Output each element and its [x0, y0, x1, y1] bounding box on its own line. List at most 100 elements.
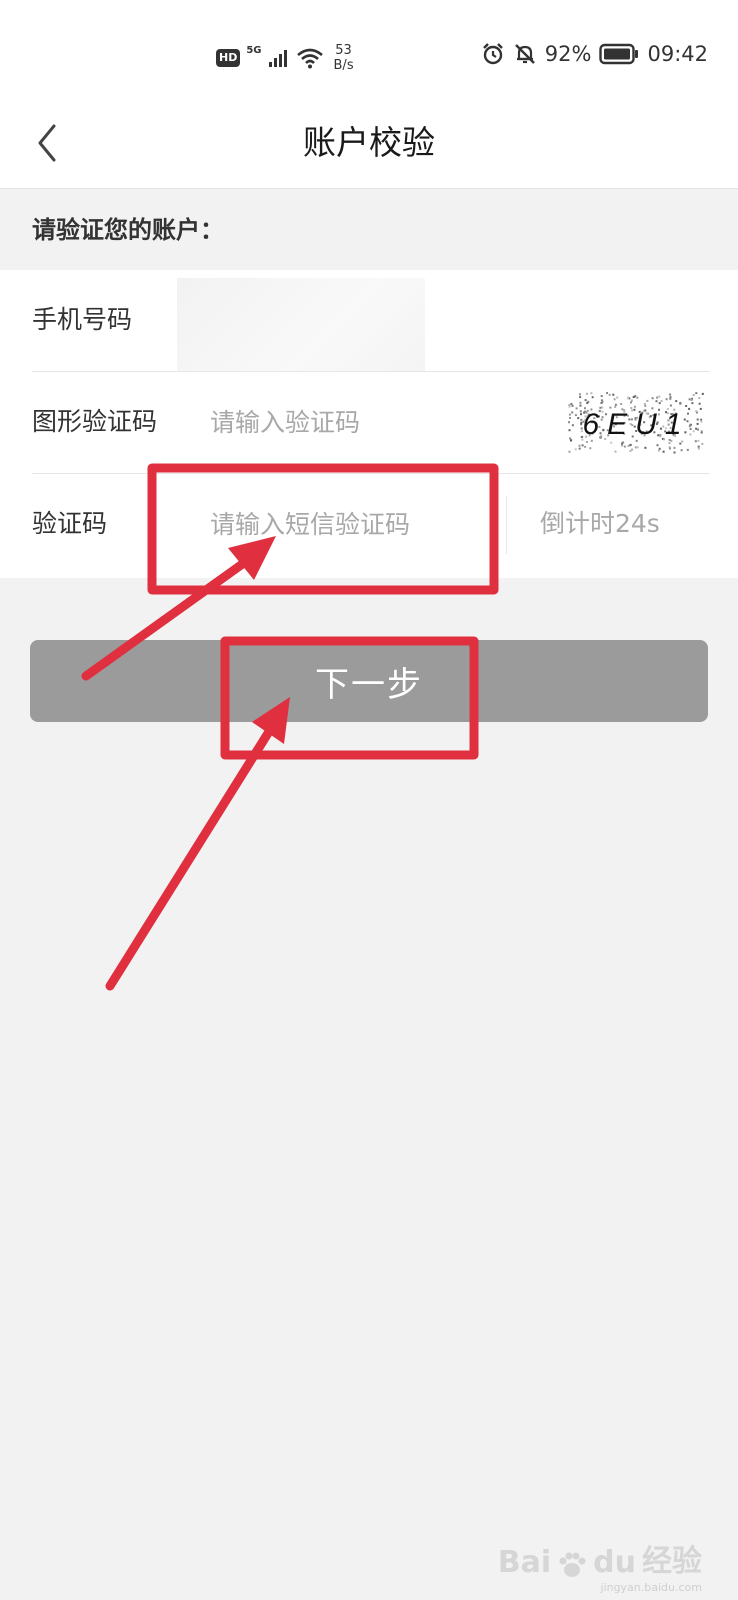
captcha-label: 图形验证码 [32, 407, 158, 436]
watermark-brand-mark: du [593, 1545, 636, 1580]
captcha-noise-dot [700, 431, 703, 434]
captcha-noise-dot [662, 450, 665, 453]
captcha-noise-dot [701, 392, 704, 395]
captcha-noise-dot [579, 404, 582, 407]
captcha-noise-dot [697, 445, 700, 448]
captcha-noise-dot [570, 439, 572, 442]
captcha-noise-dot [658, 395, 661, 398]
captcha-noise-dot [571, 404, 574, 407]
captcha-noise-dot [697, 439, 700, 442]
mute-bell-icon [514, 44, 535, 64]
phone-number-masked [177, 278, 425, 372]
captcha-noise-dot [690, 399, 693, 401]
captcha-noise-dot [584, 399, 587, 402]
captcha-noise-dot [695, 410, 698, 413]
captcha-noise-dot [585, 441, 588, 443]
captcha-image[interactable]: 6EU1 [568, 392, 704, 454]
captcha-noise-dot [669, 393, 672, 396]
captcha-noise-dot [644, 404, 647, 407]
watermark-url: jingyan.baidu.com [600, 1581, 702, 1594]
captcha-noise-dot [657, 449, 660, 452]
captcha-noise-dot [675, 400, 678, 403]
captcha-text: 6EU1 [582, 408, 689, 441]
captcha-noise-dot [606, 392, 608, 394]
captcha-noise-dot [581, 444, 584, 447]
wifi-icon [296, 48, 323, 69]
captcha-noise-dot [692, 394, 695, 396]
captcha-noise-dot [632, 396, 635, 398]
captcha-noise-dot [574, 414, 577, 417]
captcha-noise-dot [571, 411, 574, 414]
captcha-noise-dot [630, 399, 633, 402]
speed-unit: B/s [333, 58, 354, 73]
captcha-noise-dot [689, 428, 692, 430]
hd-badge: HD [216, 49, 241, 67]
captcha-input[interactable] [210, 400, 510, 444]
captcha-noise-dot [621, 444, 624, 447]
captcha-noise-dot [614, 450, 617, 453]
captcha-noise-dot [601, 400, 604, 403]
paw-icon [559, 1552, 586, 1577]
captcha-noise-dot [636, 446, 639, 449]
status-left: HD 5G 53 B/s [216, 38, 354, 78]
captcha-noise-dot [623, 445, 626, 448]
captcha-noise-dot [579, 396, 582, 399]
next-step-button[interactable]: 下一步 [30, 640, 708, 722]
captcha-noise-dot [584, 445, 587, 448]
captcha-noise-dot [585, 392, 588, 395]
captcha-noise-dot [591, 396, 594, 399]
captcha-noise-dot [673, 451, 676, 454]
captcha-noise-dot [669, 404, 672, 407]
network-type: 5G [246, 44, 262, 56]
countdown-button[interactable]: 倒计时24s [540, 504, 660, 544]
captcha-noise-dot [569, 417, 571, 419]
captcha-noise-dot [578, 447, 581, 450]
captcha-noise-dot [589, 447, 592, 450]
captcha-noise-dot [631, 448, 633, 451]
captcha-noise-dot [695, 427, 698, 430]
captcha-noise-dot [655, 400, 658, 403]
page-title: 账户校验 [303, 123, 435, 162]
captcha-noise-dot [698, 402, 701, 405]
speed-value: 53 [335, 43, 352, 58]
captcha-noise-dot [679, 442, 682, 445]
status-bar: HD 5G 53 B/s 92% 09:42 [0, 0, 738, 100]
arrow-to-next [105, 697, 290, 991]
captcha-noise-dot [643, 403, 646, 405]
captcha-noise-dot [569, 437, 572, 440]
sms-code-input[interactable] [210, 502, 510, 546]
clock-time: 09:42 [647, 42, 708, 66]
captcha-noise-dot [570, 403, 573, 405]
captcha-noise-dot [685, 405, 688, 407]
captcha-noise-dot [622, 441, 625, 444]
battery-percent: 92% [544, 42, 592, 66]
captcha-noise-dot [700, 420, 703, 423]
captcha-noise-dot [629, 443, 632, 446]
battery-icon [599, 43, 639, 65]
alarm-icon [482, 43, 503, 65]
phone-label: 手机号码 [32, 305, 133, 334]
captcha-noise-dot [646, 399, 649, 402]
captcha-noise-dot [656, 396, 659, 399]
captcha-noise-dot [614, 403, 617, 406]
captcha-noise-dot [590, 392, 593, 395]
section-header: 请验证您的账户： [32, 216, 224, 244]
captcha-noise-dot [658, 447, 661, 450]
captcha-row: 图形验证码 6EU1 [32, 372, 710, 474]
signal-icon [268, 50, 287, 67]
captcha-noise-dot [658, 402, 661, 405]
captcha-noise-dot [694, 440, 697, 443]
captcha-noise-dot [568, 413, 571, 416]
captcha-noise-dot [689, 433, 692, 436]
captcha-noise-dot [679, 402, 682, 405]
captcha-noise-dot [627, 444, 630, 447]
captcha-noise-dot [698, 397, 701, 399]
captcha-noise-dot [574, 448, 577, 451]
captcha-noise-dot [651, 397, 654, 400]
captcha-noise-dot [610, 441, 613, 444]
captcha-noise-dot [579, 393, 581, 396]
captcha-noise-dot [571, 424, 574, 427]
captcha-noise-dot [680, 449, 683, 452]
sms-row: 验证码 倒计时24s [32, 474, 710, 576]
captcha-noise-dot [656, 444, 659, 447]
